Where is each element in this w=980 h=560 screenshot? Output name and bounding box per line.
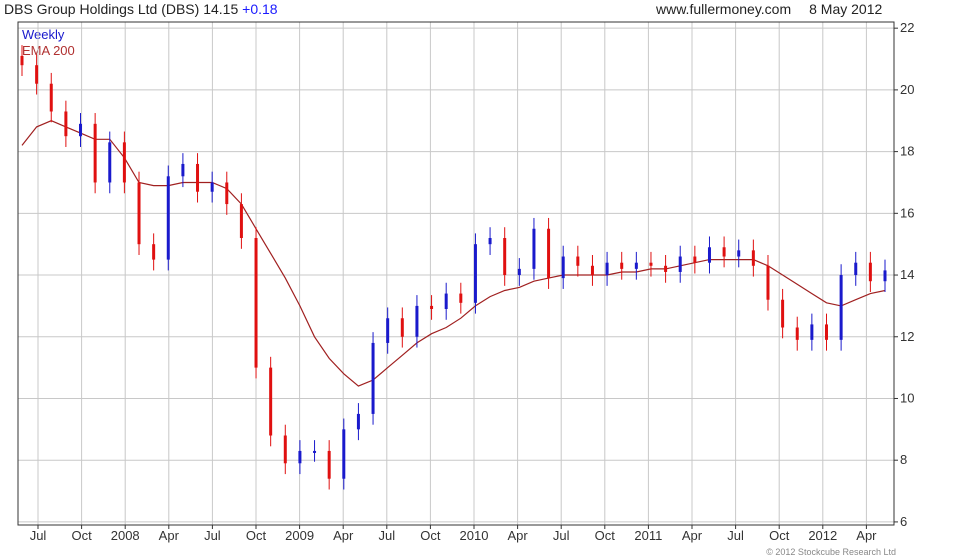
candle-body bbox=[386, 318, 390, 343]
x-tick-label: 2012 bbox=[808, 528, 837, 543]
candle-body bbox=[298, 450, 302, 464]
candle-body bbox=[664, 265, 668, 272]
candle-body bbox=[473, 244, 477, 303]
x-tick-label: Apr bbox=[856, 528, 877, 543]
candle-body bbox=[313, 450, 317, 453]
x-tick-label: 2010 bbox=[460, 528, 489, 543]
y-tick-label: 10 bbox=[900, 390, 914, 405]
candle-body bbox=[400, 318, 404, 337]
candle-body bbox=[737, 250, 741, 257]
candle-body bbox=[678, 256, 682, 272]
y-tick-label: 16 bbox=[900, 205, 914, 220]
candle-body bbox=[254, 238, 258, 368]
candle-body bbox=[356, 413, 360, 430]
candle-body bbox=[327, 450, 331, 479]
x-tick-label: 2008 bbox=[111, 528, 140, 543]
candle-body bbox=[693, 256, 697, 263]
candle-body bbox=[371, 342, 375, 414]
y-tick-label: 20 bbox=[900, 82, 914, 97]
candle-body bbox=[239, 204, 243, 239]
candle-body bbox=[35, 65, 39, 84]
x-tick-label: Jul bbox=[553, 528, 570, 543]
x-tick-label: Jul bbox=[30, 528, 47, 543]
candle-body bbox=[79, 123, 83, 137]
y-tick-label: 18 bbox=[900, 144, 914, 159]
candle-body bbox=[64, 111, 68, 137]
candle-body bbox=[590, 265, 594, 276]
candle-body bbox=[196, 163, 200, 192]
candle-body bbox=[93, 123, 97, 183]
x-tick-label: Oct bbox=[71, 528, 92, 543]
candle-body bbox=[342, 429, 346, 479]
candle-body bbox=[444, 293, 448, 309]
x-tick-label: Oct bbox=[769, 528, 790, 543]
candle-body bbox=[839, 275, 843, 340]
candle-body bbox=[488, 238, 492, 245]
candle-body bbox=[269, 367, 273, 436]
candle-body bbox=[854, 262, 858, 276]
candle-body bbox=[707, 247, 711, 263]
x-tick-label: Apr bbox=[682, 528, 703, 543]
candle-body bbox=[576, 256, 580, 266]
candle-body bbox=[751, 250, 755, 266]
x-tick-label: 2011 bbox=[634, 528, 662, 543]
candle-body bbox=[868, 262, 872, 282]
ema-200-line bbox=[21, 120, 886, 387]
candle-body bbox=[122, 142, 126, 183]
x-tick-label: Oct bbox=[595, 528, 616, 543]
x-tick-label: Jul bbox=[378, 528, 395, 543]
candle-body bbox=[49, 83, 53, 112]
price-chart: 6 8 10 12 14 16 18 20 22 Jul Oct 2008 Apr Jul Oct 2009 A… bbox=[17, 20, 914, 557]
candle-body bbox=[152, 244, 156, 260]
candle-body bbox=[430, 305, 434, 309]
candle-body bbox=[561, 256, 565, 279]
candle-body bbox=[503, 238, 507, 276]
candle-body bbox=[532, 228, 536, 269]
candle-body bbox=[883, 270, 887, 282]
candle-body bbox=[225, 182, 229, 205]
x-tick-label: Jul bbox=[204, 528, 221, 543]
candle-body bbox=[517, 268, 521, 276]
candle-body bbox=[459, 293, 463, 303]
candle-body bbox=[810, 324, 814, 340]
candle-body bbox=[166, 176, 170, 260]
x-tick-label: Apr bbox=[507, 528, 528, 543]
candle-body bbox=[415, 305, 419, 337]
x-tick-label: Oct bbox=[420, 528, 441, 543]
y-tick-label: 8 bbox=[900, 452, 907, 467]
candle-body bbox=[766, 265, 770, 300]
candle-body bbox=[181, 163, 185, 177]
candle-body bbox=[137, 182, 141, 245]
candle-body bbox=[605, 262, 609, 276]
y-tick-label: 12 bbox=[900, 329, 914, 344]
x-tick-label: 2009 bbox=[285, 528, 314, 543]
candle-body bbox=[547, 228, 551, 279]
plot-frame bbox=[17, 21, 895, 526]
candle-body bbox=[781, 299, 785, 328]
candle-body bbox=[620, 262, 624, 269]
y-tick-label: 6 bbox=[900, 514, 907, 529]
x-tick-label: Apr bbox=[159, 528, 180, 543]
candle-body bbox=[283, 435, 287, 464]
candle-body bbox=[824, 324, 828, 340]
candle-body bbox=[210, 182, 214, 192]
candle-body bbox=[108, 142, 112, 183]
x-tick-label: Jul bbox=[727, 528, 744, 543]
x-tick-label: Apr bbox=[333, 528, 354, 543]
candle-body bbox=[795, 327, 799, 340]
candle-body bbox=[20, 55, 24, 66]
candle-body bbox=[634, 262, 638, 269]
y-tick-label: 22 bbox=[900, 20, 914, 35]
x-tick-label: Oct bbox=[246, 528, 267, 543]
copyright-text: © 2012 Stockcube Research Ltd bbox=[766, 547, 896, 557]
y-tick-label: 14 bbox=[900, 267, 914, 282]
candle-body bbox=[649, 262, 653, 266]
candle-body bbox=[722, 247, 726, 257]
